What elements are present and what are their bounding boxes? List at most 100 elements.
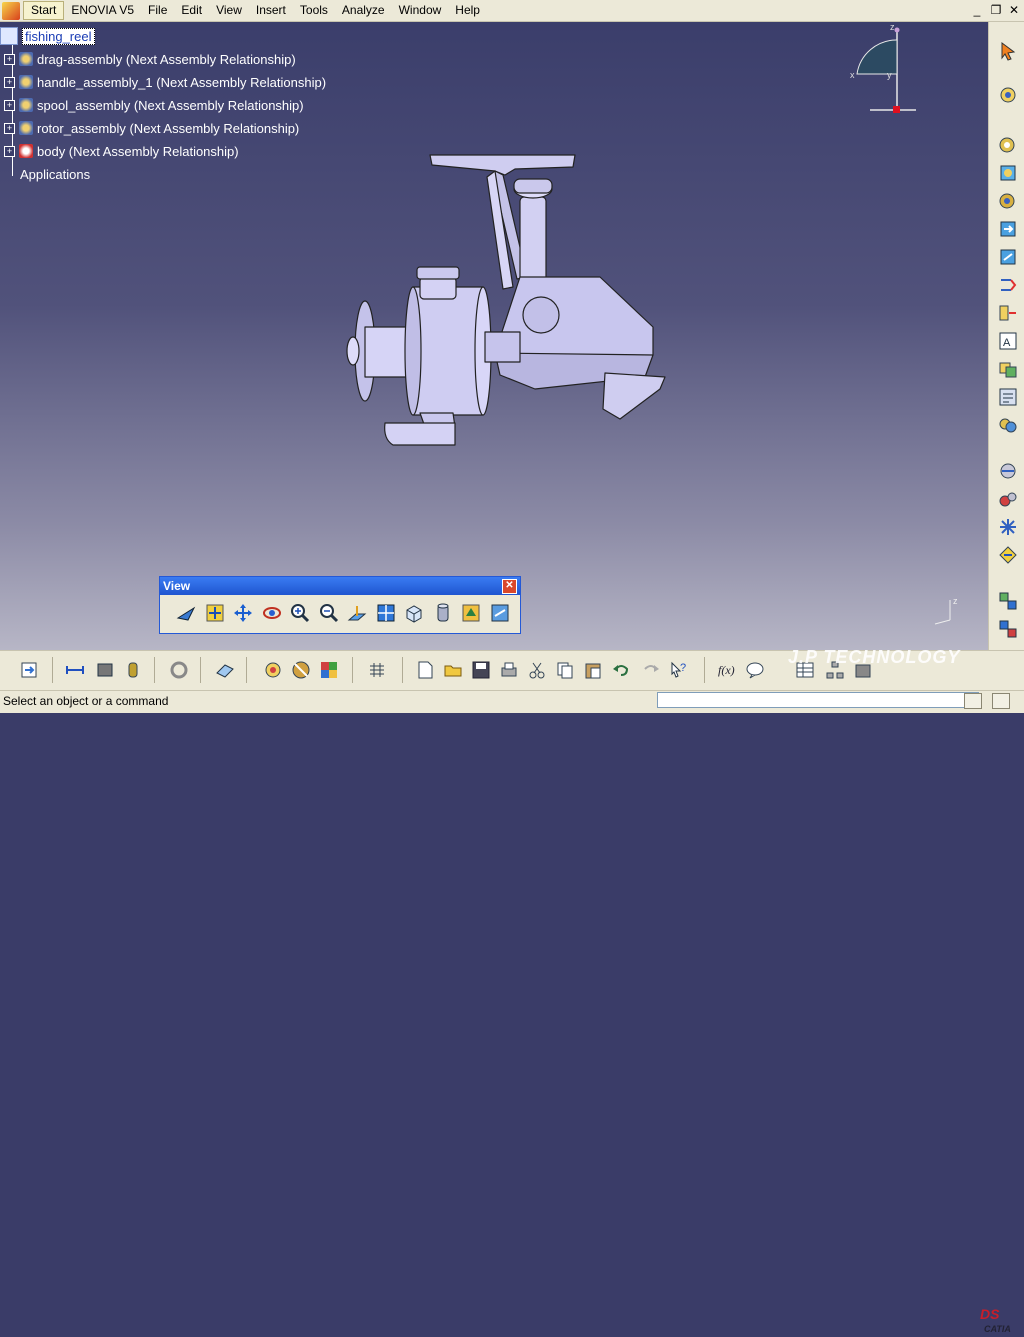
measure-item-icon[interactable] <box>94 659 116 681</box>
multi-instantiation-icon[interactable] <box>997 414 1019 436</box>
tree-item-body[interactable]: + body (Next Assembly Relationship) <box>4 141 239 161</box>
menu-analyze[interactable]: Analyze <box>335 1 392 20</box>
print-icon[interactable] <box>498 659 520 681</box>
normal-view-icon[interactable] <box>345 601 369 625</box>
tree-item-label[interactable]: body (Next Assembly Relationship) <box>37 144 239 159</box>
tree-item-label[interactable]: rotor_assembly (Next Assembly Relationsh… <box>37 121 299 136</box>
redo-icon[interactable] <box>640 659 662 681</box>
menu-view[interactable]: View <box>209 1 249 20</box>
menu-start[interactable]: Start <box>23 1 65 20</box>
catia-logo: DS CATIA <box>980 1306 1011 1334</box>
tree-item-spool-assembly[interactable]: + spool_assembly (Next Assembly Relation… <box>4 95 304 115</box>
update-icon[interactable] <box>18 659 40 681</box>
expand-icon[interactable]: + <box>4 99 15 111</box>
catia-app-icon[interactable] <box>2 1 20 20</box>
stop-manipulate-on-clash-icon[interactable] <box>997 544 1019 566</box>
paste-icon[interactable] <box>582 659 604 681</box>
menu-window[interactable]: Window <box>392 1 449 20</box>
view-toolbar-title-text: View <box>163 579 191 593</box>
menu-help[interactable]: Help <box>448 1 487 20</box>
bill-of-material-icon[interactable] <box>262 659 284 681</box>
whats-this-icon[interactable]: ? <box>668 659 690 681</box>
fly-mode-icon[interactable] <box>174 601 198 625</box>
multi-view-icon[interactable] <box>374 601 398 625</box>
tree-item-label[interactable]: handle_assembly_1 (Next Assembly Relatio… <box>37 75 326 90</box>
tree-root-label[interactable]: fishing_reel <box>22 27 95 45</box>
zoom-in-icon[interactable] <box>288 601 312 625</box>
coincidence-constraint-icon[interactable] <box>997 590 1019 612</box>
view-toolbar[interactable]: View ✕ <box>159 576 521 634</box>
compass-z-label: z <box>890 22 895 32</box>
wireframe-icon[interactable] <box>214 659 236 681</box>
grid-icon[interactable] <box>366 659 388 681</box>
menu-file[interactable]: File <box>141 1 174 20</box>
shading-icon[interactable] <box>431 601 455 625</box>
catalog-browser-icon[interactable] <box>168 659 190 681</box>
hide-show-icon[interactable] <box>459 601 483 625</box>
compass-widget[interactable]: z x y <box>840 22 930 122</box>
power-input-icon[interactable] <box>964 693 982 709</box>
menu-tools[interactable]: Tools <box>293 1 335 20</box>
new-component-icon[interactable] <box>997 134 1019 156</box>
explode-icon[interactable] <box>997 516 1019 538</box>
tree-item-label[interactable]: Applications <box>20 167 90 182</box>
new-part-icon[interactable] <box>997 190 1019 212</box>
zoom-out-icon[interactable] <box>317 601 341 625</box>
cancel-command-icon[interactable] <box>992 693 1010 709</box>
replace-component-icon[interactable] <box>997 274 1019 296</box>
iso-view-icon[interactable] <box>402 601 426 625</box>
close-icon[interactable]: ✕ <box>502 579 517 594</box>
swap-visible-space-icon[interactable] <box>488 601 512 625</box>
measure-inertia-icon[interactable] <box>122 659 144 681</box>
open-folder-icon[interactable] <box>442 659 464 681</box>
sectioning-icon[interactable] <box>290 659 312 681</box>
select-arrow-icon[interactable] <box>997 40 1019 62</box>
product-structure-icon[interactable] <box>997 84 1019 106</box>
expand-icon[interactable]: + <box>4 76 15 88</box>
save-icon[interactable] <box>470 659 492 681</box>
manipulation-icon[interactable] <box>997 460 1019 482</box>
fit-all-icon[interactable] <box>203 601 227 625</box>
menu-edit[interactable]: Edit <box>174 1 209 20</box>
copy-icon[interactable] <box>554 659 576 681</box>
tree-item-label[interactable]: spool_assembly (Next Assembly Relationsh… <box>37 98 304 113</box>
measure-between-icon[interactable] <box>64 659 86 681</box>
cut-icon[interactable] <box>526 659 548 681</box>
formula-icon[interactable]: f(x) <box>716 659 738 681</box>
view-toolbar-title[interactable]: View ✕ <box>160 577 520 595</box>
compass-y-label: y <box>887 70 892 80</box>
knowledge-advisor-icon[interactable] <box>744 659 766 681</box>
pan-icon[interactable] <box>231 601 255 625</box>
tree-item-label[interactable]: drag-assembly (Next Assembly Relationshi… <box>37 52 296 67</box>
clash-icon[interactable] <box>318 659 340 681</box>
manage-representations-icon[interactable] <box>997 386 1019 408</box>
snap-icon[interactable] <box>997 488 1019 510</box>
existing-component-icon[interactable] <box>997 218 1019 240</box>
new-product-icon[interactable] <box>997 162 1019 184</box>
minimize-button[interactable]: _ <box>968 2 986 18</box>
fishing-reel-model[interactable] <box>335 127 675 447</box>
command-input[interactable] <box>657 692 979 708</box>
graph-tree-reordering-icon[interactable] <box>997 302 1019 324</box>
selective-load-icon[interactable] <box>997 358 1019 380</box>
menu-insert[interactable]: Insert <box>249 1 293 20</box>
rotate-icon[interactable] <box>260 601 284 625</box>
product-icon <box>0 27 18 45</box>
tree-item-drag-assembly[interactable]: + drag-assembly (Next Assembly Relations… <box>4 49 296 69</box>
new-document-icon[interactable] <box>414 659 436 681</box>
close-window-button[interactable]: ✕ <box>1005 2 1023 18</box>
menu-enovia[interactable]: ENOVIA V5 <box>64 1 141 20</box>
expand-icon[interactable]: + <box>4 145 15 157</box>
tree-item-applications[interactable]: Applications <box>20 164 90 184</box>
tree-item-rotor-assembly[interactable]: + rotor_assembly (Next Assembly Relation… <box>4 118 299 138</box>
expand-icon[interactable]: + <box>4 53 15 65</box>
expand-icon[interactable]: + <box>4 122 15 134</box>
contact-constraint-icon[interactable] <box>997 618 1019 640</box>
3d-viewport[interactable]: fishing_reel + drag-assembly (Next Assem… <box>0 22 988 650</box>
undo-icon[interactable] <box>610 659 632 681</box>
tree-root[interactable]: fishing_reel <box>0 26 95 46</box>
generate-numbering-icon[interactable]: A <box>997 330 1019 352</box>
restore-button[interactable]: ❐ <box>987 2 1005 18</box>
tree-item-handle-assembly[interactable]: + handle_assembly_1 (Next Assembly Relat… <box>4 72 326 92</box>
existing-with-positioning-icon[interactable] <box>997 246 1019 268</box>
